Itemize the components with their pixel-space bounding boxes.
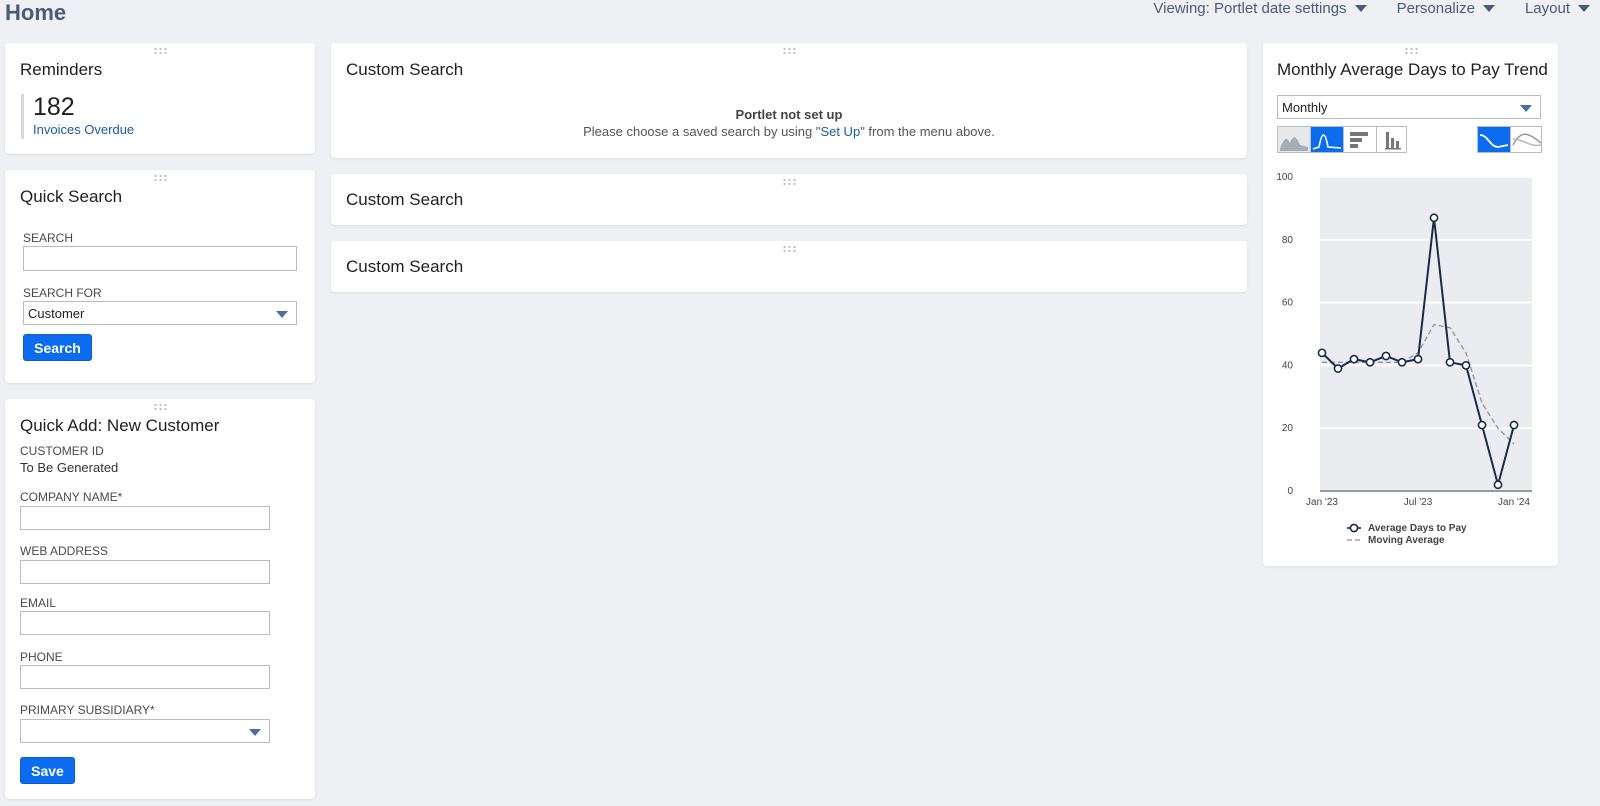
data-point xyxy=(1317,348,1327,358)
personalize-menu[interactable]: Personalize xyxy=(1397,0,1495,17)
drag-handle-icon[interactable] xyxy=(153,47,167,55)
customer-id-value: To Be Generated xyxy=(20,460,119,475)
company-name-field[interactable] xyxy=(20,506,270,530)
chevron-down-icon xyxy=(276,311,288,318)
company-name-label: COMPANY NAME* xyxy=(20,490,123,504)
web-address-field[interactable] xyxy=(20,560,270,584)
data-point xyxy=(1429,213,1439,223)
data-point xyxy=(1349,354,1359,364)
search-input[interactable] xyxy=(23,246,297,271)
compare-curve-icon[interactable] xyxy=(1511,127,1543,152)
chevron-down-icon xyxy=(249,729,261,736)
portlet-not-set-up-title: Portlet not set up xyxy=(735,107,843,122)
x-tick-label: Jan '23 xyxy=(1306,497,1338,508)
customer-id-label: CUSTOMER ID xyxy=(20,444,104,458)
drag-handle-icon[interactable] xyxy=(153,403,167,411)
layout-menu[interactable]: Layout xyxy=(1525,0,1590,17)
y-tick-label: 80 xyxy=(1282,235,1294,246)
custom-search-title-2: Custom Search xyxy=(346,190,464,209)
smoothing-toolbar xyxy=(1477,126,1542,153)
legend-circle-marker xyxy=(1349,523,1359,533)
x-tick-label: Jul '23 xyxy=(1404,497,1433,508)
page-title: Home xyxy=(5,0,67,25)
custom-search-portlet-3: Custom Search xyxy=(331,241,1247,292)
chevron-down-icon xyxy=(1482,5,1495,12)
quick-search-portlet: Quick Search SEARCH SEARCH FOR Customer … xyxy=(5,170,315,383)
custom-search-portlet-1: Custom Search Portlet not set up Please … xyxy=(331,43,1247,158)
phone-field[interactable] xyxy=(20,665,270,689)
y-tick-label: 40 xyxy=(1282,360,1294,371)
reminder-count: 182 xyxy=(33,93,75,121)
data-point xyxy=(1397,357,1407,367)
message-pre: Please choose a saved search by using " xyxy=(583,124,821,139)
drag-handle-icon[interactable] xyxy=(782,245,796,253)
data-point xyxy=(1333,364,1343,373)
chevron-down-icon xyxy=(1578,5,1590,12)
y-tick-label: 0 xyxy=(1287,486,1293,497)
portlet-not-set-up-message: Please choose a saved search by using "S… xyxy=(331,124,1247,139)
quick-add-portlet: Quick Add: New Customer CUSTOMER ID To B… xyxy=(5,399,315,799)
personalize-menu-label: Personalize xyxy=(1396,0,1475,17)
horizontal-bar-icon[interactable] xyxy=(1344,127,1377,152)
search-for-label: SEARCH FOR xyxy=(23,286,102,300)
custom-search-title-1: Custom Search xyxy=(346,60,464,79)
y-tick-label: 60 xyxy=(1282,298,1294,309)
chevron-down-icon xyxy=(1354,5,1367,12)
quick-search-title: Quick Search xyxy=(20,187,123,206)
data-point xyxy=(1509,420,1519,430)
custom-search-title-3: Custom Search xyxy=(346,257,464,276)
days-to-pay-chart: 0 20 40 60 80 100 Jan '23 Jul '23 Jan '24 Avera… xyxy=(1276,172,1532,546)
drag-handle-icon[interactable] xyxy=(782,178,796,186)
quick-add-title: Quick Add: New Customer xyxy=(20,416,220,435)
data-point xyxy=(1381,351,1391,361)
layout-menu-label: Layout xyxy=(1524,0,1570,17)
search-label: SEARCH xyxy=(23,231,74,245)
drag-handle-icon[interactable] xyxy=(153,174,167,182)
data-point xyxy=(1365,357,1375,367)
set-up-link[interactable]: Set Up xyxy=(820,124,860,139)
line-chart-icon[interactable] xyxy=(1311,127,1344,152)
email-label: EMAIL xyxy=(20,596,57,610)
data-point xyxy=(1493,480,1503,490)
legend-label: Moving Average xyxy=(1368,535,1445,546)
chart-type-toolbar xyxy=(1277,126,1407,153)
period-value: Monthly xyxy=(1282,100,1328,115)
legend-label: Average Days to Pay xyxy=(1368,523,1467,534)
plot-area xyxy=(1320,177,1532,491)
custom-search-portlet-2: Custom Search xyxy=(331,174,1247,225)
message-post: " from the menu above. xyxy=(860,124,995,139)
drag-handle-icon[interactable] xyxy=(1403,47,1418,55)
primary-subsidiary-label: PRIMARY SUBSIDIARY* xyxy=(20,703,155,717)
y-tick-label: 20 xyxy=(1282,423,1294,434)
reminder-label[interactable]: Invoices Overdue xyxy=(33,122,134,137)
phone-label: PHONE xyxy=(20,650,63,664)
viewing-menu[interactable]: Viewing: Portlet date settings xyxy=(1153,0,1367,17)
reminder-item[interactable]: 182 Invoices Overdue xyxy=(21,94,134,139)
days-to-pay-trend-portlet: Monthly Average Days to Pay Trend Monthl… xyxy=(1263,43,1558,566)
smooth-curve-icon[interactable] xyxy=(1478,127,1511,152)
reminders-title: Reminders xyxy=(20,60,103,79)
primary-subsidiary-select[interactable] xyxy=(20,719,270,743)
save-button[interactable]: Save xyxy=(20,757,75,784)
data-point xyxy=(1413,354,1423,364)
y-tick-label: 100 xyxy=(1276,172,1293,183)
top-menu: Viewing: Portlet date settings Personali… xyxy=(1153,0,1590,17)
reminders-portlet: Reminders 182 Invoices Overdue xyxy=(5,43,315,154)
column-chart-icon[interactable] xyxy=(1377,127,1409,152)
data-point xyxy=(1477,420,1487,430)
data-point xyxy=(1445,357,1455,367)
chevron-down-icon xyxy=(1520,105,1532,112)
x-tick-label: Jan '24 xyxy=(1498,497,1530,508)
viewing-menu-label: Viewing: Portlet date settings xyxy=(1153,0,1347,17)
data-point xyxy=(1461,360,1471,370)
area-chart-icon[interactable] xyxy=(1278,127,1311,152)
email-field[interactable] xyxy=(20,611,270,635)
web-address-label: WEB ADDRESS xyxy=(20,544,109,558)
search-for-select[interactable]: Customer xyxy=(23,301,297,325)
drag-handle-icon[interactable] xyxy=(782,47,796,55)
search-button[interactable]: Search xyxy=(23,334,92,361)
trend-title: Monthly Average Days to Pay Trend xyxy=(1277,60,1548,79)
search-for-value: Customer xyxy=(28,306,85,321)
period-select[interactable]: Monthly xyxy=(1277,95,1541,119)
